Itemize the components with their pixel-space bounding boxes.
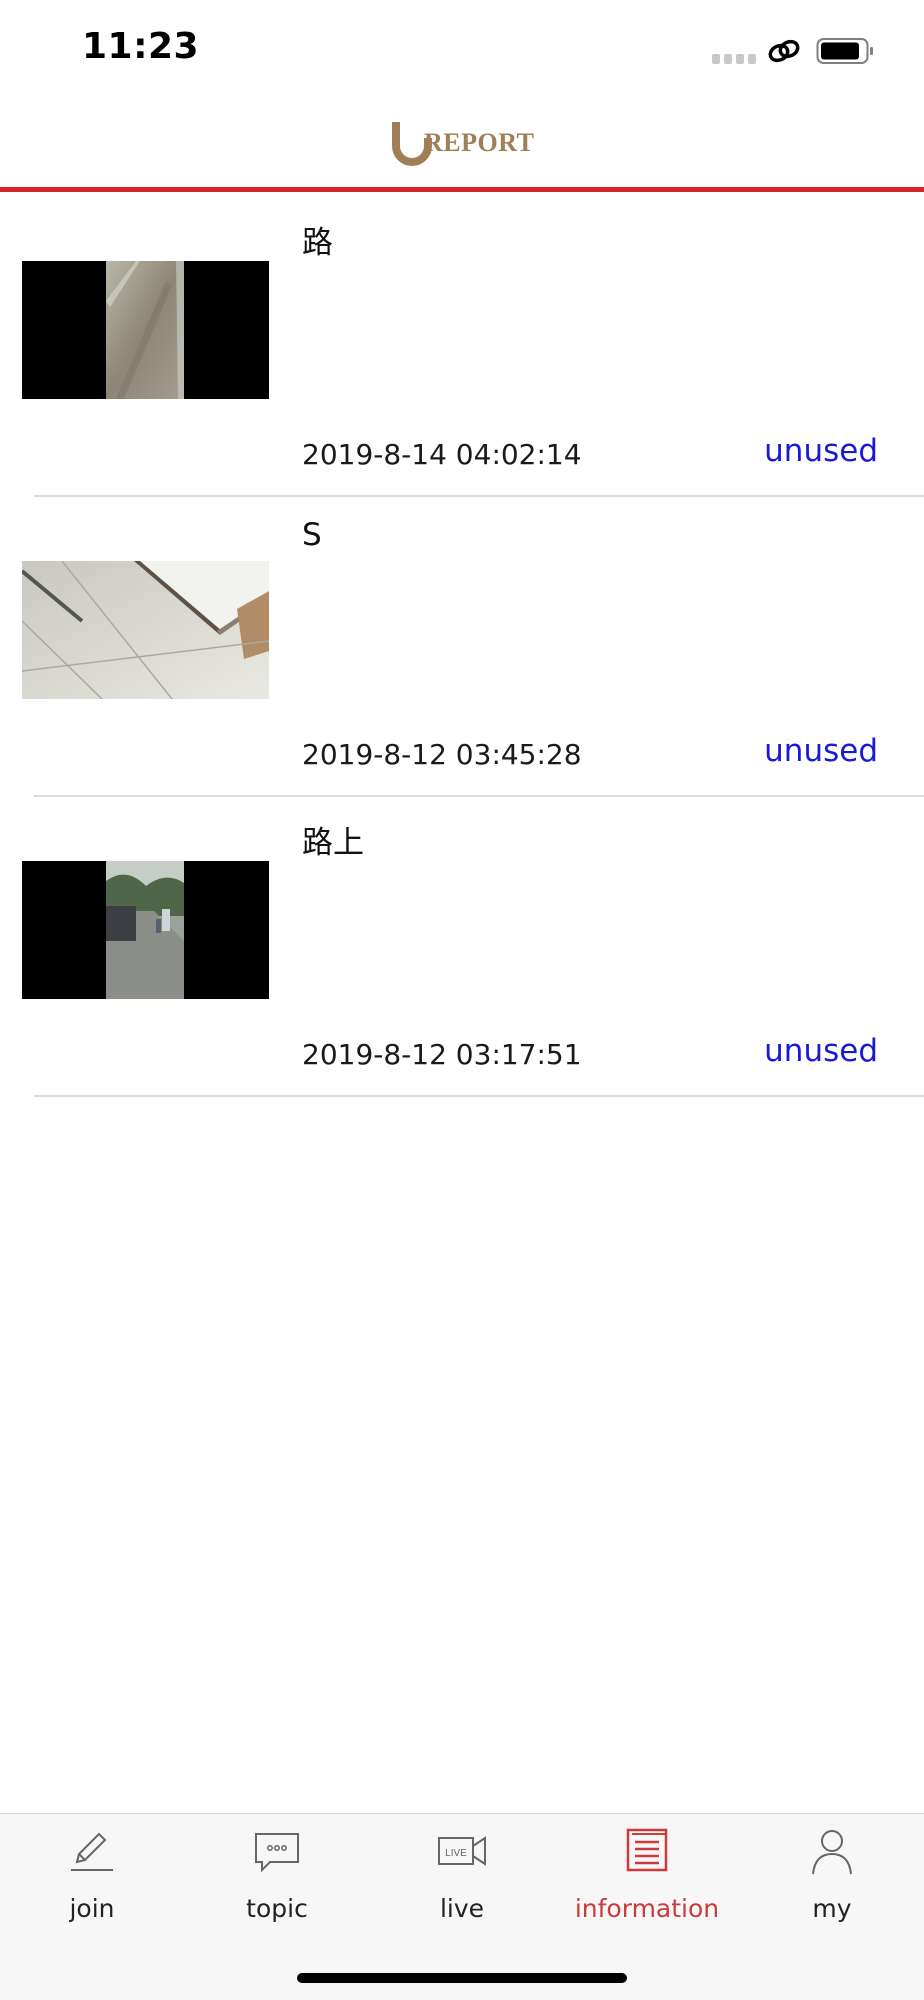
chat-bubble-icon: [255, 1833, 299, 1873]
tab-label: live: [439, 1894, 485, 1923]
status-bar: 11:23: [0, 0, 924, 100]
thumbnail-image: [22, 561, 269, 699]
home-indicator[interactable]: [297, 1973, 627, 1983]
tab-label: my: [812, 1894, 852, 1923]
live-camera-icon: LIVE: [438, 1836, 486, 1866]
tab-label: information: [574, 1894, 720, 1923]
item-status: unused: [764, 1033, 878, 1069]
list-item[interactable]: S 2019-8-12 03:45:28 unused: [0, 497, 924, 797]
video-thumbnail[interactable]: [22, 261, 269, 399]
tab-join[interactable]: join: [0, 1814, 184, 1944]
thumbnail-image: [106, 861, 184, 999]
thumbnail-image: [106, 261, 184, 399]
video-thumbnail[interactable]: [22, 561, 269, 699]
item-timestamp: 2019-8-12 03:45:28: [302, 738, 582, 771]
video-thumbnail[interactable]: [22, 861, 269, 999]
app-header: REPORT: [0, 100, 924, 192]
tab-bar: join topic LIVE live information my: [0, 1813, 924, 2000]
cellular-signal-icon: [712, 54, 756, 64]
tab-label: join: [69, 1894, 115, 1923]
item-title: 路: [302, 225, 333, 261]
tab-live[interactable]: LIVE live: [370, 1814, 554, 1944]
item-title: S: [302, 517, 322, 553]
app-logo: REPORT: [392, 118, 535, 168]
tab-topic[interactable]: topic: [185, 1814, 369, 1944]
tab-my[interactable]: my: [740, 1814, 924, 1944]
tab-label: topic: [246, 1894, 308, 1923]
report-list: 路 2019-8-14 04:02:14 unused S 2019-8-12 …: [0, 197, 924, 1097]
logo-text: REPORT: [424, 128, 535, 157]
list-item[interactable]: 路 2019-8-14 04:02:14 unused: [0, 197, 924, 497]
battery-icon: [816, 38, 873, 64]
item-timestamp: 2019-8-12 03:17:51: [302, 1038, 582, 1071]
status-time: 11:23: [82, 26, 200, 67]
item-status: unused: [764, 733, 878, 769]
tab-information[interactable]: information: [555, 1814, 739, 1944]
divider: [34, 1095, 924, 1097]
pencil-icon: [71, 1832, 113, 1871]
document-icon: [626, 1828, 668, 1872]
link-icon: [768, 39, 800, 63]
person-icon: [812, 1830, 852, 1875]
item-title: 路上: [302, 825, 364, 861]
svg-text:LIVE: LIVE: [445, 1848, 467, 1859]
item-status: unused: [764, 433, 878, 469]
list-item[interactable]: 路上 2019-8-12 03:17:51 unused: [0, 797, 924, 1097]
item-timestamp: 2019-8-14 04:02:14: [302, 438, 582, 471]
